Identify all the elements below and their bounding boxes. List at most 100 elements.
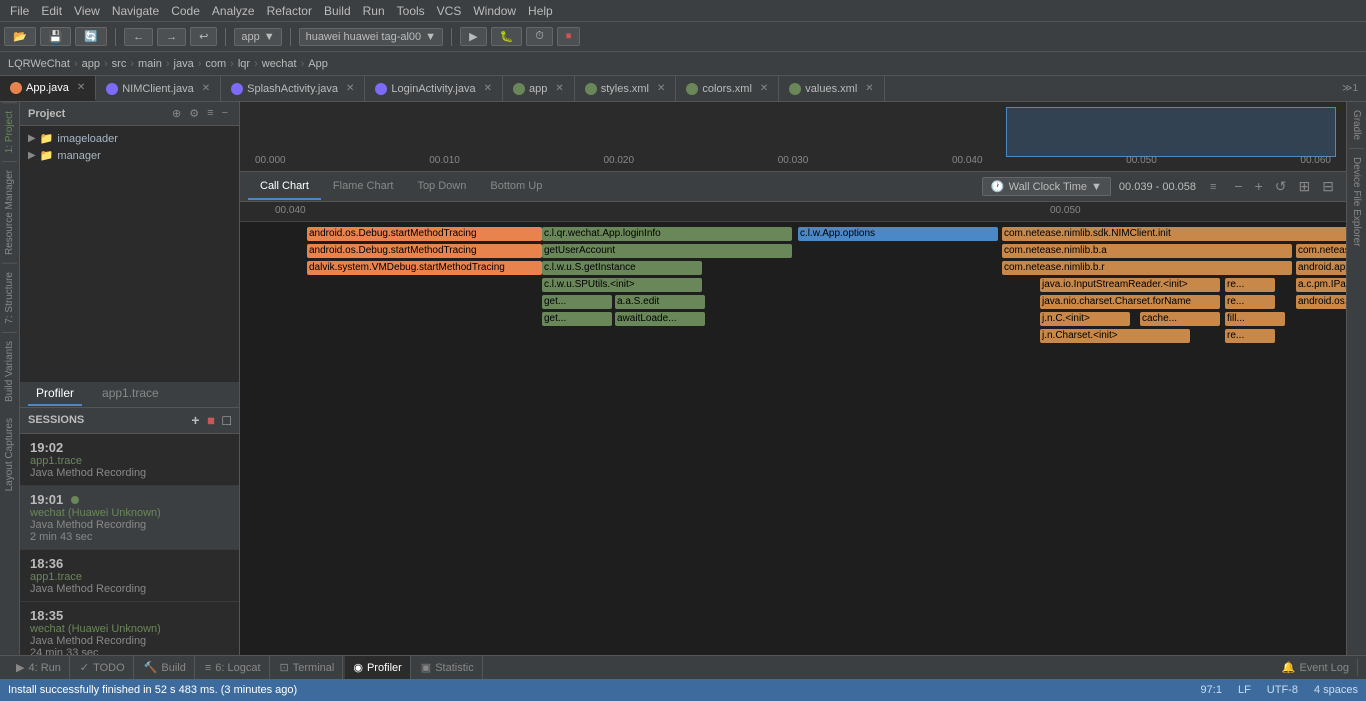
flame-bar-23[interactable]: re...: [1225, 329, 1275, 343]
flame-bar-5[interactable]: c.l.w.u.S.getInstance: [542, 261, 702, 275]
flame-bar-11[interactable]: c.l.w.App.options: [798, 227, 998, 241]
breadcrumb-com[interactable]: com: [205, 58, 226, 70]
flame-bar-27[interactable]: android.os.BinderProxy.transact: [1296, 295, 1346, 309]
breadcrumb-java[interactable]: java: [174, 58, 194, 70]
flame-bar-0[interactable]: android.os.Debug.startMethodTracing: [307, 227, 542, 241]
menu-analyze[interactable]: Analyze: [206, 4, 261, 18]
menu-build[interactable]: Build: [318, 4, 357, 18]
device-dropdown[interactable]: huawei huawei tag-al00 ▼: [299, 28, 443, 46]
toolbar-forward[interactable]: →: [157, 28, 186, 46]
right-device-label[interactable]: Device File Explorer: [1349, 149, 1364, 254]
flame-bar-9[interactable]: get...: [542, 312, 612, 326]
sessions-layout-btn[interactable]: □: [223, 412, 231, 428]
tab-close-nimclient[interactable]: ✕: [202, 83, 210, 94]
tab-close-colors[interactable]: ✕: [760, 83, 768, 94]
profiler-tab-profiler[interactable]: Profiler: [28, 382, 82, 406]
menu-window[interactable]: Window: [467, 4, 522, 18]
breadcrumb-root[interactable]: LQRWeChat: [8, 58, 70, 70]
tree-item-imageloader[interactable]: ▶ 📁 imageloader: [20, 130, 239, 147]
toolbar-sync[interactable]: 🔄: [75, 27, 107, 46]
tree-item-manager[interactable]: ▶ 📁 manager: [20, 147, 239, 164]
project-sync-btn[interactable]: ⊕: [169, 106, 184, 121]
session-item-0[interactable]: 19:02 app1.trace Java Method Recording: [20, 434, 239, 486]
bottom-tab-todo[interactable]: ✓ TODO: [72, 656, 134, 679]
profiler-tab-trace[interactable]: app1.trace: [94, 382, 167, 406]
bottom-tab-run[interactable]: ▶ 4: Run: [8, 656, 70, 679]
toolbar-save[interactable]: 💾: [40, 27, 72, 46]
debug-button[interactable]: 🐛: [491, 27, 523, 46]
flame-bar-26[interactable]: a.c.pm.IPackageManager$Stub$Proxy.getSer…: [1296, 278, 1346, 292]
tab-close-values[interactable]: ✕: [865, 83, 873, 94]
flame-bar-19[interactable]: fill...: [1225, 312, 1285, 326]
profile-button[interactable]: ⏱: [526, 27, 553, 46]
app-dropdown[interactable]: app ▼: [234, 28, 281, 46]
flame-bar-4[interactable]: getUserAccount: [542, 244, 792, 258]
flame-bar-16[interactable]: java.nio.charset.Charset.forName: [1040, 295, 1220, 309]
clock-dropdown[interactable]: 🕐 Wall Clock Time ▼: [982, 177, 1111, 196]
session-item-3[interactable]: 18:35 wechat (Huawei Unknown) Java Metho…: [20, 602, 239, 656]
zoom-shrink[interactable]: ⊟: [1318, 178, 1338, 195]
chart-tab-bottomup[interactable]: Bottom Up: [478, 174, 554, 200]
flame-bar-24[interactable]: com.netease.nimlib.b.a: [1296, 244, 1346, 258]
tab-values[interactable]: values.xml ✕: [779, 76, 884, 101]
bottom-tab-terminal[interactable]: ⊡ Terminal: [272, 656, 344, 679]
session-item-2[interactable]: 18:36 app1.trace Java Method Recording: [20, 550, 239, 602]
stop-button[interactable]: ⏹: [557, 27, 581, 46]
flame-bar-21[interactable]: re...: [1225, 278, 1275, 292]
menu-code[interactable]: Code: [165, 4, 206, 18]
project-settings-btn[interactable]: ⚙: [186, 106, 202, 121]
breadcrumb-file[interactable]: App: [308, 58, 328, 70]
tab-app-java[interactable]: App.java ✕: [0, 76, 96, 101]
sidebar-project-label[interactable]: 1: Project: [2, 102, 17, 161]
timeline-selection[interactable]: [1006, 107, 1336, 157]
filter-button[interactable]: ≡: [1204, 179, 1222, 195]
breadcrumb-src[interactable]: src: [112, 58, 127, 70]
flame-bar-6[interactable]: c.l.w.u.SPUtils.<init>: [542, 278, 702, 292]
flame-bar-1[interactable]: android.os.Debug.startMethodTracing: [307, 244, 542, 258]
tab-login[interactable]: LoginActivity.java ✕: [365, 76, 503, 101]
run-button[interactable]: ▶: [460, 27, 486, 46]
zoom-minus[interactable]: −: [1230, 178, 1246, 195]
flame-bar-15[interactable]: java.io.InputStreamReader.<init>: [1040, 278, 1220, 292]
toolbar-undo[interactable]: ↩: [190, 27, 217, 46]
sidebar-structure-label[interactable]: 7: Structure: [2, 263, 17, 332]
tab-app[interactable]: app ✕: [503, 76, 575, 101]
toolbar-open[interactable]: 📂: [4, 27, 36, 46]
flame-bar-18[interactable]: cache...: [1140, 312, 1220, 326]
session-item-1[interactable]: 19:01 wechat (Huawei Unknown) Java Metho…: [20, 486, 239, 550]
zoom-reset[interactable]: ↺: [1271, 178, 1291, 195]
flame-bar-14[interactable]: com.netease.nimlib.b.r: [1002, 261, 1292, 275]
flame-bar-13[interactable]: com.netease.nimlib.b.a: [1002, 244, 1292, 258]
menu-navigate[interactable]: Navigate: [106, 4, 165, 18]
flame-bar-25[interactable]: android.app.ApplicationPackageManager.ge…: [1296, 261, 1346, 275]
tab-colors[interactable]: colors.xml ✕: [676, 76, 779, 101]
flame-bar-22[interactable]: re...: [1225, 295, 1275, 309]
tab-close-splash[interactable]: ✕: [346, 83, 354, 94]
menu-edit[interactable]: Edit: [35, 4, 68, 18]
chart-tab-flame[interactable]: Flame Chart: [321, 174, 406, 200]
breadcrumb-app[interactable]: app: [82, 58, 100, 70]
right-gradle-label[interactable]: Gradle: [1349, 102, 1364, 149]
menu-tools[interactable]: Tools: [391, 4, 431, 18]
menu-file[interactable]: File: [4, 4, 35, 18]
sidebar-resource-label[interactable]: Resource Manager: [2, 161, 17, 263]
flame-bar-17[interactable]: j.n.C.<init>: [1040, 312, 1130, 326]
breadcrumb-main[interactable]: main: [138, 58, 162, 70]
flame-bar-10[interactable]: awaitLoade...: [615, 312, 705, 326]
flame-bar-7[interactable]: get...: [542, 295, 612, 309]
chart-tab-call[interactable]: Call Chart: [248, 174, 321, 200]
breadcrumb-lqr[interactable]: lqr: [238, 58, 250, 70]
tab-close-login[interactable]: ✕: [484, 83, 492, 94]
menu-refactor[interactable]: Refactor: [261, 4, 318, 18]
tab-close-app[interactable]: ✕: [555, 83, 563, 94]
timeline[interactable]: 00.000 00.010 00.020 00.030 00.040 00.05…: [240, 102, 1346, 172]
tab-nimclient[interactable]: NIMClient.java ✕: [96, 76, 221, 101]
bottom-tab-build[interactable]: 🔨 Build: [136, 656, 195, 679]
toolbar-back[interactable]: ←: [124, 28, 153, 46]
bottom-tab-eventlog[interactable]: 🔔 Event Log: [1274, 659, 1358, 676]
sidebar-build-label[interactable]: Build Variants: [2, 332, 17, 410]
project-filter-btn[interactable]: ≡: [204, 106, 216, 121]
zoom-expand[interactable]: ⊞: [1295, 178, 1315, 195]
menu-vcs[interactable]: VCS: [431, 4, 468, 18]
flame-bar-3[interactable]: c.l.qr.wechat.App.loginInfo: [542, 227, 792, 241]
